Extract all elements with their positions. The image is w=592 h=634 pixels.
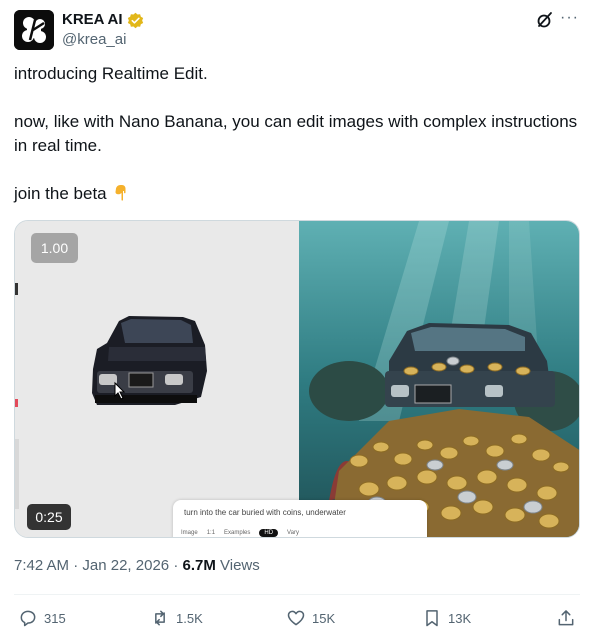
car-image [15, 221, 299, 537]
action-bar: 315 1.5K 15K 13K [14, 606, 580, 630]
views-count: 6.7M [182, 557, 216, 574]
grok-icon [537, 12, 552, 28]
video-duration-badge: 0:25 [27, 504, 71, 530]
underwater-car-image [299, 221, 579, 537]
source-image-pane: 1.00 0:25 [15, 221, 299, 537]
avatar[interactable] [14, 10, 54, 50]
playback-speed-badge[interactable]: 1.00 [31, 233, 78, 263]
result-image-pane [299, 221, 579, 537]
bookmark-count: 13K [448, 610, 472, 626]
reply-icon [20, 610, 36, 627]
reply-button[interactable]: 315 [18, 606, 66, 630]
prompt-tool-hd: HD [259, 529, 279, 537]
verified-badge-icon [127, 12, 143, 28]
like-button[interactable]: 15K [286, 606, 335, 630]
tweet-line-3: join the beta [14, 182, 580, 206]
author-handle[interactable]: @krea_ai [62, 31, 126, 49]
prompt-box: turn into the car buried with coins, und… [173, 500, 427, 537]
grok-button[interactable] [536, 11, 554, 29]
divider [14, 594, 580, 595]
pointing-down-emoji [115, 185, 126, 201]
tweet-line-1: introducing Realtime Edit. [14, 64, 208, 83]
author-name[interactable]: KREA AI [62, 11, 123, 29]
tweet-meta: 7:42 AM · Jan 22, 2026 · 6.7M Views [14, 557, 260, 575]
heart-icon [287, 610, 305, 626]
reply-count: 315 [44, 610, 66, 626]
tweet-line-2: now, like with Nano Banana, you can edit… [14, 112, 578, 155]
bookmark-button[interactable]: 13K [422, 606, 471, 630]
krea-logo-icon [14, 10, 54, 50]
prompt-tool-ratio: 1:1 [206, 530, 216, 536]
views-label: Views [220, 557, 260, 574]
share-icon [558, 610, 574, 626]
share-button[interactable] [556, 606, 576, 630]
prompt-toolbar: Image 1:1 Examples HD Vary [181, 529, 299, 537]
tweet-time[interactable]: 7:42 AM [14, 557, 69, 574]
prompt-text: turn into the car buried with coins, und… [184, 508, 346, 517]
repost-icon [155, 610, 165, 626]
tweet-line-3-text: join the beta [14, 184, 107, 203]
tweet-header: KREA AI @krea_ai ··· [14, 10, 580, 52]
bookmark-icon [426, 610, 438, 627]
prompt-tool-vary: Vary [287, 530, 299, 536]
tweet-text: introducing Realtime Edit. now, like wit… [14, 62, 580, 206]
prompt-tool-examples: Examples [224, 530, 251, 536]
tweet-date[interactable]: Jan 22, 2026 [82, 557, 169, 574]
video-player[interactable]: 1.00 0:25 turn into the car buried with … [14, 220, 580, 538]
like-count: 15K [312, 610, 336, 626]
meta-separator-2: · [173, 557, 179, 574]
prompt-tool-image: Image [181, 530, 198, 536]
meta-separator: · [73, 557, 79, 574]
repost-button[interactable]: 1.5K [150, 606, 203, 630]
more-options-button[interactable]: ··· [560, 10, 580, 29]
repost-count: 1.5K [176, 610, 203, 626]
